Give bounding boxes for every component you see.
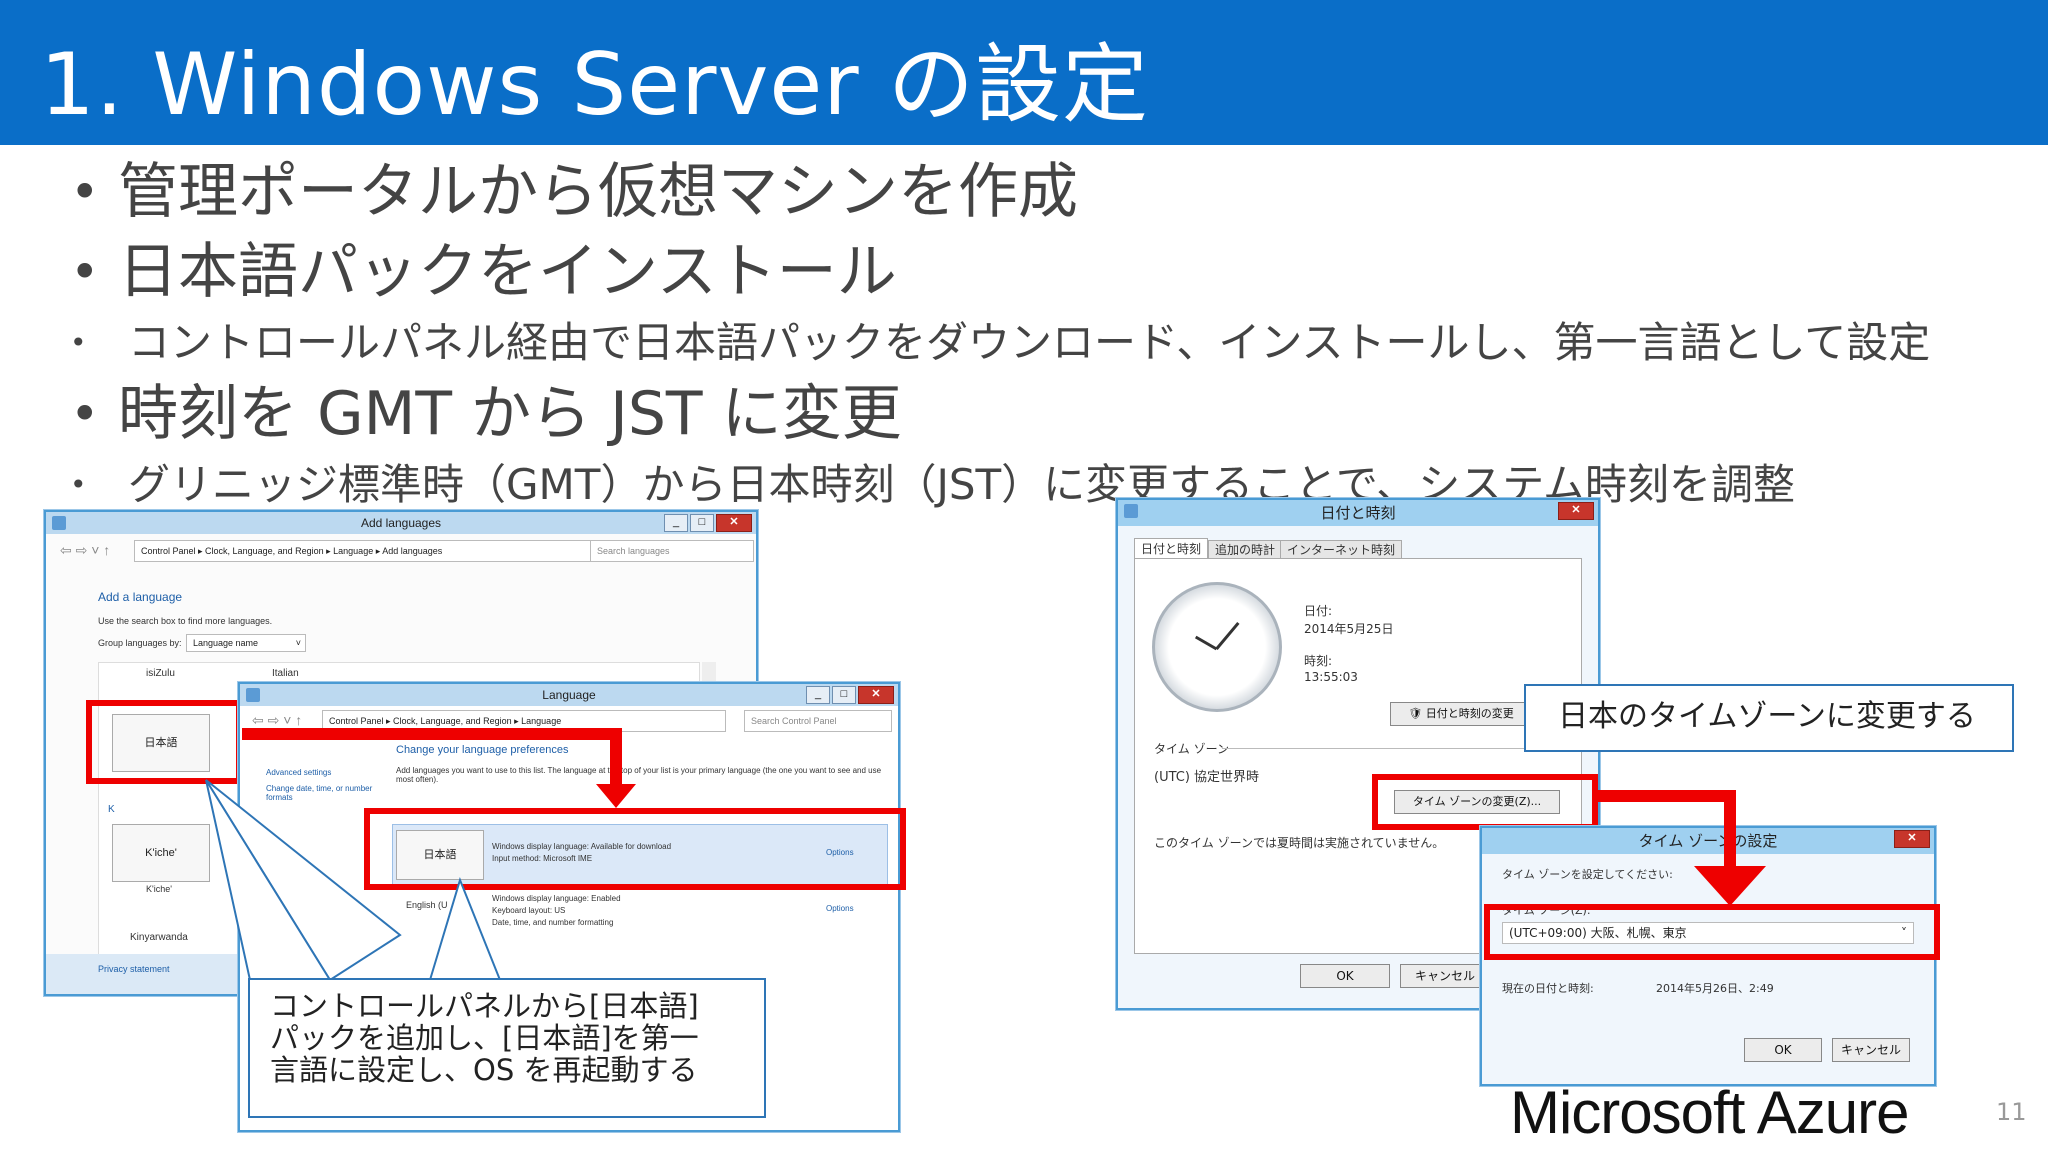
tab-datetime[interactable]: 日付と時刻 [1134, 538, 1209, 559]
arrow-head [1694, 866, 1766, 906]
page-number: 11 [1996, 1098, 2027, 1126]
close-button[interactable]: ✕ [1558, 502, 1594, 520]
tab-additional-clocks[interactable]: 追加の時計 [1208, 540, 1283, 560]
close-button[interactable]: ✕ [1894, 830, 1930, 848]
ok-button[interactable]: OK [1300, 964, 1390, 988]
change-datetime-button[interactable]: 🛡 日付と時刻の変更 [1390, 702, 1532, 726]
microsoft-azure-logo: Microsoft Azure [1510, 1079, 1909, 1146]
arrow-shaft [1724, 790, 1736, 868]
ok-button[interactable]: OK [1744, 1038, 1822, 1062]
window-titlebar: 日付と時刻 ✕ [1118, 500, 1598, 526]
callout-timezone: 日本のタイムゾーンに変更する [1524, 684, 2014, 752]
callout-language: コントロールパネルから[日本語]パックを追加し、[日本語]を第一言語に設定し、O… [248, 978, 766, 1118]
highlight-timezone-select [1484, 904, 1940, 960]
highlight-change-timezone [1372, 774, 1598, 830]
window-icon [1124, 504, 1138, 518]
arrow-shaft [1592, 790, 1736, 802]
clock-icon [1152, 582, 1282, 712]
tab-internet-time[interactable]: インターネット時刻 [1280, 540, 1403, 560]
window-titlebar: タイム ゾーンの設定 ✕ [1482, 828, 1934, 854]
cancel-button[interactable]: キャンセル [1832, 1038, 1910, 1062]
cancel-button[interactable]: キャンセル [1400, 964, 1490, 988]
